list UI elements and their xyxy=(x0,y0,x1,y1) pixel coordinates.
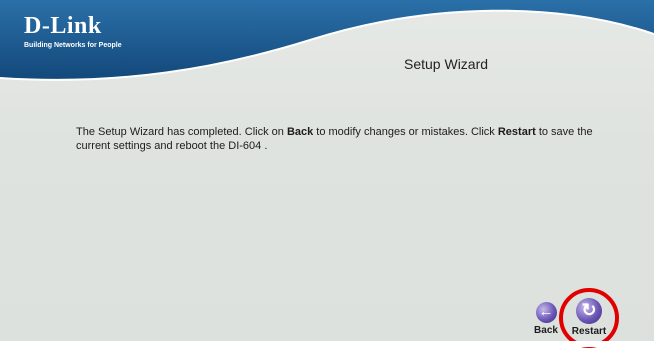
restart-button-label: Restart xyxy=(571,326,607,337)
completion-message: The Setup Wizard has completed. Click on… xyxy=(76,125,596,153)
message-text-1: The Setup Wizard has completed. Click on xyxy=(76,126,287,138)
back-button-label: Back xyxy=(534,325,558,336)
page-title: Setup Wizard xyxy=(404,56,489,72)
bottom-margin xyxy=(0,341,654,347)
setup-wizard-page: D-Link Building Networks for People Setu… xyxy=(0,0,654,348)
dlink-logo: D-Link xyxy=(24,13,102,39)
restart-button[interactable]: ↻ Restart xyxy=(565,298,613,338)
back-button[interactable]: ← Back xyxy=(528,302,564,337)
message-restart-keyword: Restart xyxy=(497,126,536,138)
back-arrow-icon: ← xyxy=(535,302,557,323)
brand-tagline: Building Networks for People xyxy=(24,42,122,49)
message-back-keyword: Back xyxy=(286,126,314,138)
message-text-2: to modify changes or mistakes. Click xyxy=(313,126,498,138)
restart-icon: ↻ xyxy=(576,298,602,324)
